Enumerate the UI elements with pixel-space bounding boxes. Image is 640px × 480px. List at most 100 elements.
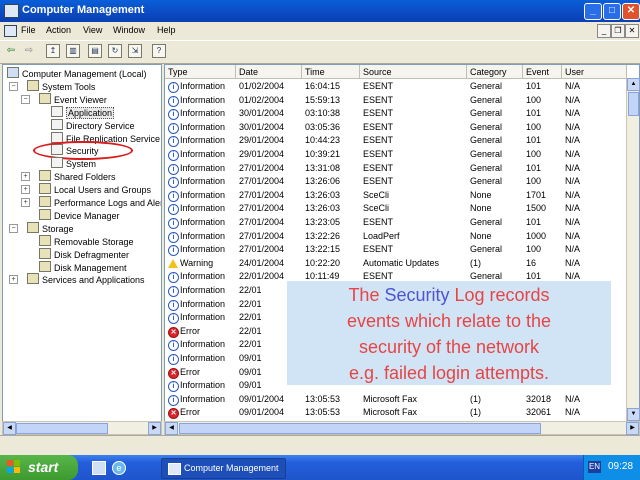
tree-node-computer-management-local[interactable]: Computer Management (Local) <box>7 67 147 79</box>
menu-window[interactable]: Window <box>113 25 145 35</box>
cell-user: N/A <box>565 162 581 173</box>
help-icon[interactable]: ? <box>152 44 166 58</box>
scroll-thumb[interactable] <box>179 423 541 434</box>
column-header-category[interactable]: Category <box>467 65 523 79</box>
table-row[interactable]: i Information 27/01/2004 13:23:05 ESENT Gener… <box>165 216 625 229</box>
column-header-date[interactable]: Date <box>236 65 302 79</box>
menu-action[interactable]: Action <box>46 25 71 35</box>
tree-expander-minus-icon[interactable]: − <box>21 94 30 104</box>
child-close-button[interactable]: ✕ <box>625 24 639 38</box>
information-icon: i <box>168 95 179 107</box>
tree-node-disk-management[interactable]: Disk Management <box>39 260 127 273</box>
table-row[interactable]: i Information 01/02/2004 16:04:15 ESENT Gener… <box>165 80 625 93</box>
table-row[interactable]: i Information 27/01/2004 13:22:15 ESENT Gener… <box>165 243 625 257</box>
table-row[interactable]: Warning 24/01/2004 10:22:20 Automatic Updat… <box>165 257 625 270</box>
up-one-level-icon[interactable]: ↥ <box>46 44 60 58</box>
maximize-button[interactable]: □ <box>603 3 621 20</box>
list-vertical-scrollbar[interactable]: ▲ ▼ <box>626 78 640 421</box>
table-row[interactable]: i Information 29/01/2004 10:44:23 ESENT Gener… <box>165 134 625 148</box>
table-row[interactable]: i Information 27/01/2004 13:26:06 ESENT Gener… <box>165 175 625 189</box>
list-horizontal-scrollbar[interactable]: ◀ ▶ <box>164 421 640 435</box>
menu-help[interactable]: Help <box>157 25 176 35</box>
tree-node-event-viewer[interactable]: Event Viewer <box>39 92 107 105</box>
scroll-left-icon[interactable]: ◀ <box>3 422 16 435</box>
tree-node-directory-service[interactable]: Directory Service <box>51 118 135 131</box>
tree-node-local-users-and-groups[interactable]: Local Users and Groups <box>39 183 151 195</box>
forward-arrow-icon[interactable]: ⇨ <box>22 44 36 58</box>
column-header-event[interactable]: Event <box>523 65 562 79</box>
scroll-thumb[interactable] <box>628 92 639 116</box>
show-desktop-icon[interactable] <box>92 461 106 475</box>
menu-view[interactable]: View <box>83 25 102 35</box>
properties-icon[interactable]: ▤ <box>88 44 102 58</box>
tree-expander-minus-icon[interactable]: − <box>9 81 18 91</box>
mmc-document-icon[interactable] <box>4 25 17 37</box>
tree-node-disk-defragmenter[interactable]: Disk Defragmenter <box>39 247 129 260</box>
information-icon: i <box>168 272 179 284</box>
scroll-up-icon[interactable]: ▲ <box>627 78 640 91</box>
tree-node-storage[interactable]: Storage <box>27 221 74 234</box>
table-row[interactable]: i Information 30/01/2004 03:10:38 ESENT Gener… <box>165 107 625 121</box>
child-restore-button[interactable]: ❐ <box>611 24 625 38</box>
tree-expander-plus-icon[interactable]: + <box>21 185 30 195</box>
cell-event: 100 <box>526 121 542 132</box>
tree-expander-plus-icon[interactable]: + <box>21 172 30 182</box>
tree-node-removable-storage[interactable]: Removable Storage <box>39 234 134 247</box>
cell-type: Information <box>180 203 226 214</box>
column-header-type[interactable]: Type <box>165 65 236 79</box>
column-header-user[interactable]: User <box>562 65 627 79</box>
table-row[interactable]: i Information 27/01/2004 13:31:08 ESENT Gener… <box>165 162 625 175</box>
table-row[interactable]: ✕ Error 09/01/2004 13:05:53 Microsoft Fax (1)… <box>165 406 625 420</box>
tree-expander-plus-icon[interactable]: + <box>21 198 30 207</box>
scroll-down-icon[interactable]: ▼ <box>627 408 640 421</box>
tree-node-shared-folders[interactable]: Shared Folders <box>39 170 116 182</box>
cell-type: Information <box>180 339 226 350</box>
tree-expander-minus-icon[interactable]: − <box>9 223 18 233</box>
back-arrow-icon[interactable]: ⇦ <box>4 44 18 58</box>
table-row[interactable]: i Information 30/01/2004 03:05:36 ESENT Gener… <box>165 121 625 134</box>
minimize-button[interactable]: _ <box>584 3 602 20</box>
cell-source: ESENT <box>363 176 394 187</box>
scroll-right-icon[interactable]: ▶ <box>148 422 161 435</box>
tree-node-services-and-applications[interactable]: Services and Applications <box>27 273 145 285</box>
scroll-thumb[interactable] <box>16 423 108 434</box>
export-list-icon[interactable]: ⇲ <box>128 44 142 58</box>
cell-user: N/A <box>565 94 581 105</box>
tree-horizontal-scrollbar[interactable]: ◀ ▶ <box>2 421 162 435</box>
menu-file[interactable]: File <box>21 25 36 35</box>
refresh-icon[interactable]: ↻ <box>108 44 122 58</box>
title-bar[interactable]: Computer Management _ □ ✕ <box>0 0 640 22</box>
console-tree[interactable]: Computer Management (Local) − System Tools… <box>2 64 162 423</box>
scroll-left-icon[interactable]: ◀ <box>165 422 178 435</box>
menu-bar: File Action View Window Help _ ❐ ✕ <box>0 22 640 40</box>
tree-expander-plus-icon[interactable]: + <box>9 275 18 285</box>
close-button[interactable]: ✕ <box>622 3 640 20</box>
table-row[interactable]: i Information 01/02/2004 15:59:13 ESENT Gener… <box>165 94 625 107</box>
table-row[interactable]: i Information 27/01/2004 13:26:03 SceCli None… <box>165 202 625 216</box>
show-hide-tree-icon[interactable]: ▥ <box>66 44 80 58</box>
cell-date: 27/01/2004 <box>239 176 285 187</box>
tree-node-system[interactable]: System <box>51 157 96 169</box>
language-indicator[interactable]: EN <box>588 461 601 473</box>
tree-node-device-manager[interactable]: Device Manager <box>39 208 120 221</box>
internet-explorer-icon[interactable]: e <box>112 461 126 475</box>
taskbar-item-computer-management[interactable]: Computer Management <box>161 458 286 479</box>
information-icon: i <box>168 150 179 161</box>
column-header-source[interactable]: Source <box>360 65 467 79</box>
tree-node-performance-logs-and-alerts[interactable]: Performance Logs and Alerts <box>39 196 161 208</box>
system-tray: EN 09:28 <box>583 455 640 480</box>
column-header-time[interactable]: Time <box>302 65 360 79</box>
cell-date: 27/01/2004 <box>239 217 285 227</box>
child-minimize-button[interactable]: _ <box>597 24 611 38</box>
tree-node-system-tools[interactable]: System Tools <box>27 79 95 92</box>
scroll-right-icon[interactable]: ▶ <box>626 422 639 435</box>
cell-user: N/A <box>565 108 581 119</box>
cell-event: 101 <box>526 135 542 146</box>
table-row[interactable]: i Information 29/01/2004 10:39:21 ESENT Gener… <box>165 148 625 161</box>
table-row[interactable]: i Information 27/01/2004 13:22:26 LoadPerf No… <box>165 230 625 243</box>
start-button[interactable]: start <box>0 455 78 480</box>
cell-event: 1000 <box>526 230 547 241</box>
tree-node-application[interactable]: Application <box>51 105 115 119</box>
table-row[interactable]: i Information 09/01/2004 13:05:53 Microsoft … <box>165 393 625 406</box>
table-row[interactable]: i Information 27/01/2004 13:26:03 SceCli None… <box>165 189 625 202</box>
